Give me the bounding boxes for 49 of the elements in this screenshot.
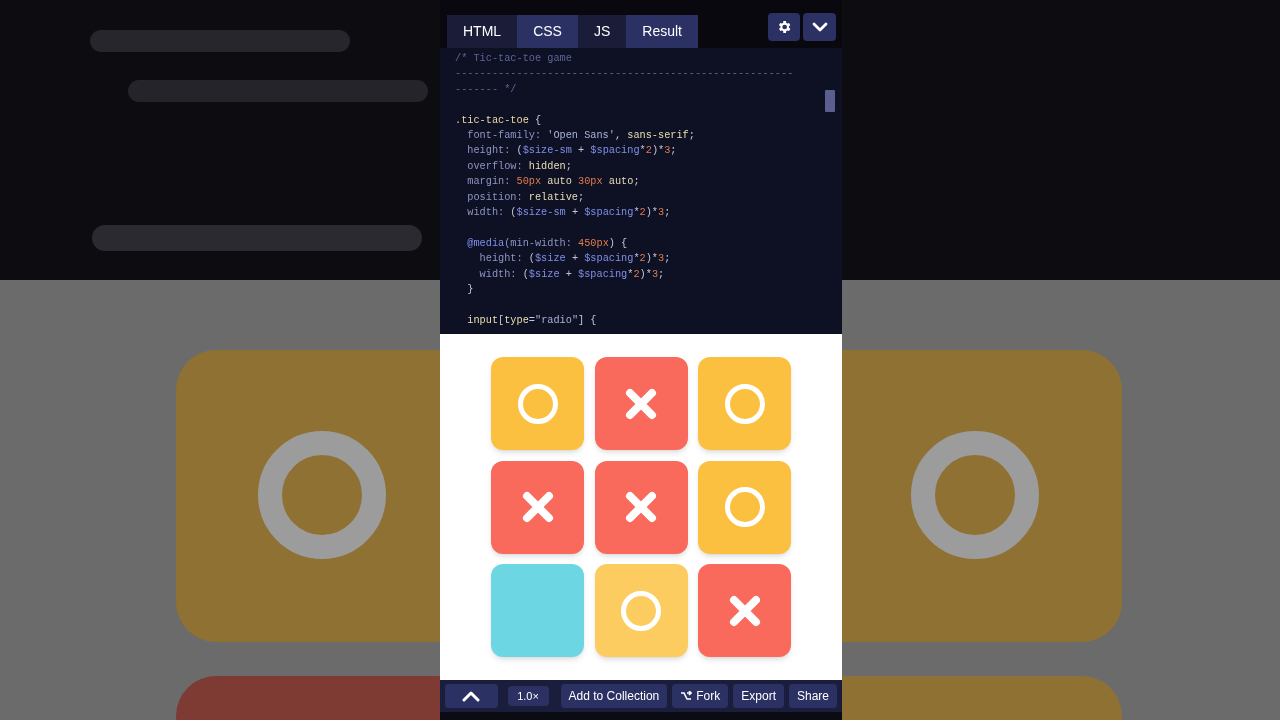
chevron-up-icon (462, 690, 481, 702)
settings-button[interactable] (768, 13, 800, 41)
chevron-down-icon (811, 22, 828, 32)
footer-button[interactable]: Export (733, 684, 784, 708)
code-line: font-family: 'Open Sans', sans-serif; (466, 127, 695, 143)
ring-icon (620, 589, 662, 632)
footer-button[interactable]: Add to Collection (560, 684, 668, 708)
editor-tab[interactable]: CSS (517, 15, 578, 48)
board-cell[interactable] (698, 357, 791, 450)
board-cell[interactable] (594, 460, 688, 554)
code-line: width: ($size + $spacing*2)*3; (478, 266, 665, 282)
board-cell[interactable] (594, 357, 688, 450)
ring-icon (723, 382, 766, 425)
code-line: @media(min-width: 450px) { (466, 235, 628, 251)
code-line: width: ($size-sm + $spacing*2)*3; (466, 204, 671, 220)
code-line: height: ($size-sm + $spacing*2)*3; (466, 143, 677, 159)
code-line: .tic-tac-toe { (455, 112, 542, 128)
settings-icon (776, 19, 792, 35)
editor-tab[interactable]: JS (577, 15, 627, 48)
ring-icon (516, 382, 559, 425)
code-line: position: relative; (466, 189, 585, 205)
board-cell[interactable] (698, 460, 791, 554)
code-line: margin: 50px auto 30px auto; (466, 174, 640, 190)
board-cell[interactable] (491, 564, 584, 657)
collapse-button[interactable] (803, 13, 836, 41)
board-cell[interactable] (594, 564, 688, 657)
code-line: ------- */ (455, 81, 517, 97)
board-cell[interactable] (698, 564, 791, 657)
fork-icon (680, 691, 693, 701)
editor-tab[interactable]: Result (626, 15, 698, 48)
ring-icon (723, 486, 766, 528)
board-cell[interactable] (491, 357, 584, 450)
cross-icon (624, 490, 658, 524)
code-line: input[type="radio"] { (466, 312, 597, 328)
board-cell[interactable] (491, 460, 584, 554)
cross-icon (520, 490, 555, 524)
footer-button[interactable]: Share (788, 684, 837, 708)
scrollbar-thumb[interactable] (825, 90, 835, 112)
cross-icon (727, 593, 762, 628)
code-line: /* Tic-tac-toe game (455, 51, 572, 66)
zoom-button[interactable]: 1.0× (507, 686, 549, 706)
footer-button[interactable]: Fork (672, 684, 729, 708)
cross-icon (624, 386, 658, 421)
code-line: ------------------------------------------------------- (455, 66, 794, 82)
code-line: overflow: hidden; (466, 158, 572, 174)
editor-tab[interactable]: HTML (447, 15, 518, 48)
expand-button[interactable] (445, 684, 498, 708)
code-line: height: ($size + $spacing*2)*3; (478, 251, 671, 267)
code-line: } (466, 281, 474, 297)
